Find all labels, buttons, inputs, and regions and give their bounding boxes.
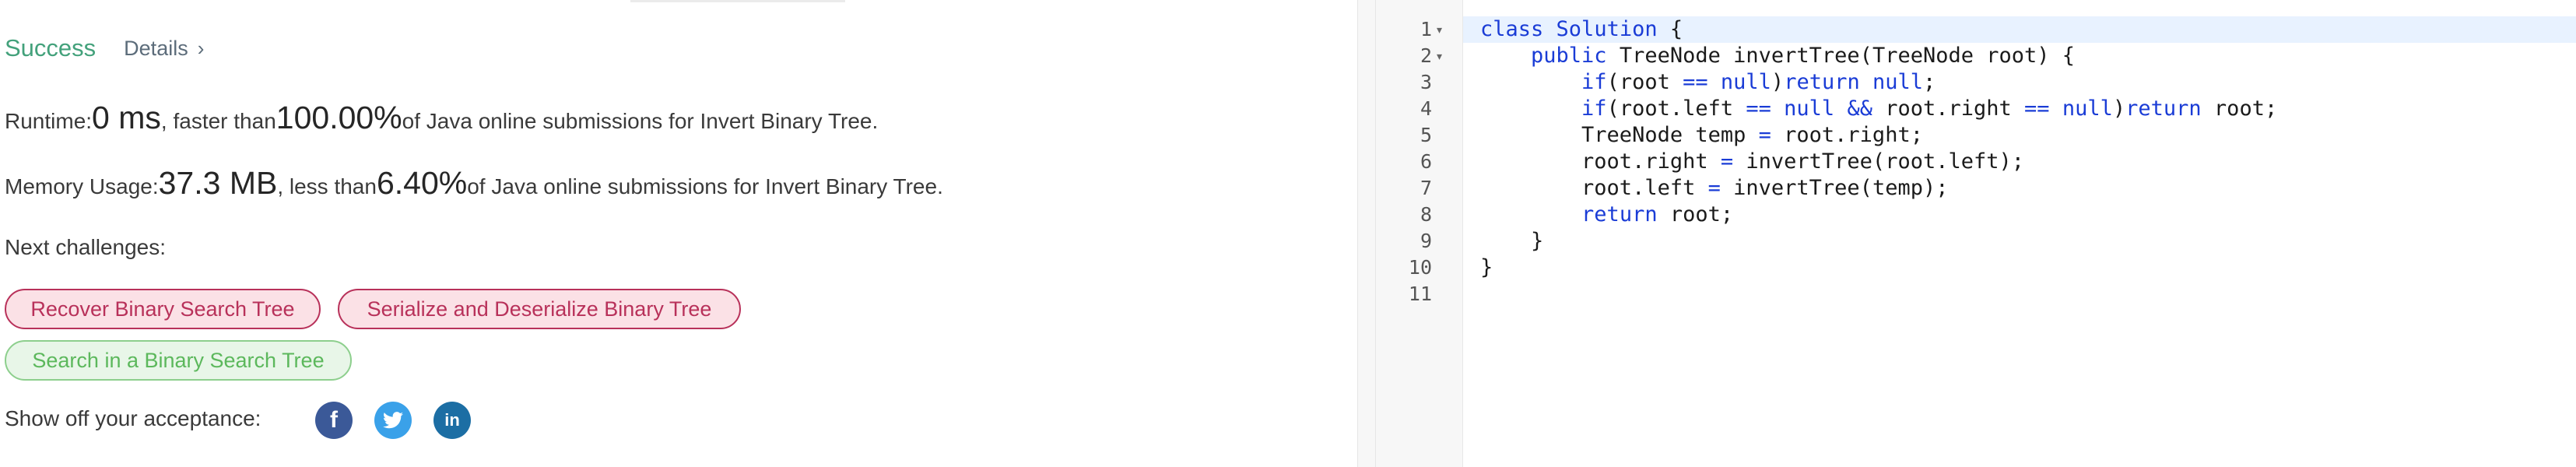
code-line[interactable]: 5 TreeNode temp = root.right; <box>1376 122 2576 149</box>
line-number: 4 <box>1420 97 1432 120</box>
code-text: class Solution { <box>1480 17 1683 41</box>
line-number: 7 <box>1420 177 1432 199</box>
line-number: 2 <box>1420 44 1432 67</box>
submission-result-panel: Success Details › Runtime: 0 ms , faster… <box>0 0 1357 467</box>
app-root: Success Details › Runtime: 0 ms , faster… <box>0 0 2576 467</box>
line-number: 5 <box>1420 124 1432 146</box>
twitter-icon[interactable] <box>374 402 412 439</box>
runtime-row: Runtime: 0 ms , faster than 100.00% of J… <box>5 100 878 136</box>
runtime-percent: 100.00% <box>275 100 402 135</box>
status-row: Success Details › <box>5 34 204 62</box>
challenge-chip-label: Serialize and Deserialize Binary Tree <box>367 297 712 321</box>
runtime-value: 0 ms <box>92 100 161 135</box>
code-text: return root; <box>1581 202 1734 226</box>
line-number: 9 <box>1420 230 1432 252</box>
chevron-right-icon: › <box>197 36 205 60</box>
challenge-chip-search-bst[interactable]: Search in a Binary Search Tree <box>5 340 352 381</box>
code-line[interactable]: 11 <box>1376 281 2576 307</box>
code-text: root.right = invertTree(root.left); <box>1480 149 2024 174</box>
twitter-bird-glyph <box>383 412 403 429</box>
facebook-icon[interactable]: f <box>315 402 353 439</box>
details-link[interactable]: Details › <box>124 37 204 61</box>
code-line[interactable]: 8 return root; <box>1376 202 2576 228</box>
code-line[interactable]: 10 } <box>1376 255 2576 281</box>
line-bg <box>1463 255 2576 281</box>
details-label: Details <box>124 36 188 60</box>
memory-label: Memory Usage: <box>5 174 159 198</box>
status-success-label: Success <box>5 34 97 61</box>
fold-arrow-icon[interactable]: ▾ <box>1437 43 1452 69</box>
line-number: 11 <box>1408 283 1432 305</box>
code-line[interactable]: 1 ▾ class Solution { <box>1376 16 2576 43</box>
code-line[interactable]: 4 if(root.left == null && root.right == … <box>1376 96 2576 122</box>
line-number: 8 <box>1420 203 1432 226</box>
code-editor[interactable]: 1 ▾ class Solution { 2 ▾ public TreeNode… <box>1376 0 2576 467</box>
runtime-suffix: of Java online submissions for Invert Bi… <box>402 109 879 133</box>
tab-indicator <box>630 0 845 2</box>
challenge-chip-recover-bst[interactable]: Recover Binary Search Tree <box>5 289 321 329</box>
line-number: 1 <box>1420 18 1432 40</box>
memory-mid: , less than <box>277 174 377 198</box>
code-line[interactable]: 6 root.right = invertTree(root.left); <box>1376 149 2576 175</box>
memory-percent: 6.40% <box>376 165 468 201</box>
code-line[interactable]: 9 } <box>1376 228 2576 255</box>
memory-suffix: of Java online submissions for Invert Bi… <box>467 174 943 198</box>
code-text: public TreeNode invertTree(TreeNode root… <box>1531 44 2076 68</box>
memory-row: Memory Usage: 37.3 MB , less than 6.40% … <box>5 165 943 202</box>
code-line[interactable]: 7 root.left = invertTree(temp); <box>1376 175 2576 202</box>
memory-value: 37.3 MB <box>158 165 278 201</box>
code-text: root.left = invertTree(temp); <box>1480 176 1949 200</box>
runtime-mid: , faster than <box>160 109 276 133</box>
linkedin-icon[interactable]: in <box>433 402 471 439</box>
challenge-chip-serialize-tree[interactable]: Serialize and Deserialize Binary Tree <box>338 289 741 329</box>
code-text: } <box>1480 229 1544 253</box>
code-text: } <box>1480 255 1493 279</box>
challenge-chip-label: Recover Binary Search Tree <box>30 297 295 321</box>
line-number: 6 <box>1420 150 1432 173</box>
code-text: if(root == null)return null; <box>1581 70 1936 94</box>
share-label: Show off your acceptance: <box>5 406 261 430</box>
line-bg <box>1463 281 2576 307</box>
line-bg <box>1463 228 2576 255</box>
panel-splitter-handle[interactable] <box>1357 0 1376 467</box>
next-challenges-label: Next challenges: <box>5 235 167 259</box>
code-line[interactable]: 3 if(root == null)return null; <box>1376 69 2576 96</box>
line-number: 3 <box>1420 71 1432 93</box>
line-number: 10 <box>1408 256 1432 279</box>
code-line[interactable]: 2 ▾ public TreeNode invertTree(TreeNode … <box>1376 43 2576 69</box>
runtime-label: Runtime: <box>5 109 93 133</box>
fold-arrow-icon[interactable]: ▾ <box>1437 16 1452 43</box>
code-text: if(root.left == null && root.right == nu… <box>1581 97 2278 121</box>
challenge-chip-label: Search in a Binary Search Tree <box>32 348 325 372</box>
code-text: TreeNode temp = root.right; <box>1480 123 1923 147</box>
